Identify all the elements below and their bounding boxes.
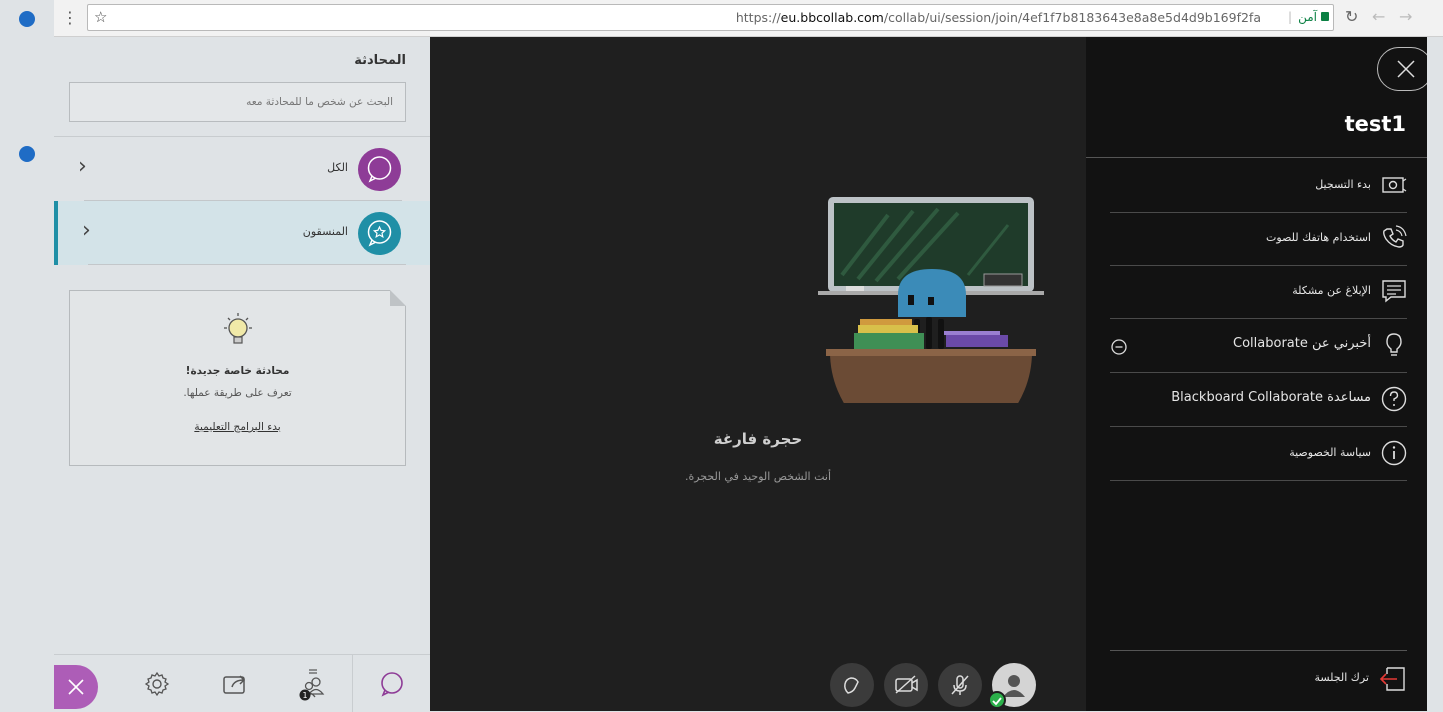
my-status-button[interactable] xyxy=(988,663,1036,709)
participants-tab[interactable]: 1 xyxy=(274,655,352,712)
settings-tab[interactable] xyxy=(118,655,196,712)
help-icon xyxy=(1381,386,1407,412)
menu-item-help[interactable]: مساعدة Blackboard Collaborate xyxy=(1110,374,1407,427)
close-icon xyxy=(68,679,84,695)
browser-menu-icon[interactable]: ⋮ xyxy=(62,8,78,28)
user-name: test1 xyxy=(1344,112,1406,136)
close-menu-button[interactable] xyxy=(1377,47,1433,91)
session-menu: test1 بدء التسجيل استخدام هاتفك للصوت ال… xyxy=(1086,37,1433,711)
empty-classroom-illustration xyxy=(818,197,1044,403)
menu-item-label: سياسة الخصوصية xyxy=(1289,446,1371,459)
reload-icon[interactable]: ↻ xyxy=(1345,7,1358,26)
secure-indicator[interactable]: آمن| xyxy=(1288,10,1329,24)
menu-item-label: أخبرني عن Collaborate xyxy=(1233,336,1371,351)
channel-label: المنسقون xyxy=(302,225,348,238)
start-tutorials-link[interactable]: بدء البرامج التعليمية xyxy=(70,421,405,433)
new-private-chat-card: محادثة خاصة جديدة! تعرف على طريقة عملها.… xyxy=(69,290,406,466)
channel-moderators[interactable]: المنسقون ‹ xyxy=(54,201,430,265)
record-icon xyxy=(1382,177,1407,193)
blue-dot-icon xyxy=(19,11,35,27)
leave-session-label: ترك الجلسة xyxy=(1314,671,1369,684)
raise-hand-button[interactable] xyxy=(830,663,874,707)
browser-toolbar: ⋮ ☆ https://eu.bbcollab.com/collab/ui/se… xyxy=(54,0,1443,37)
chat-search-input[interactable] xyxy=(69,82,406,122)
empty-room-subtitle: أنت الشخص الوحيد في الحجرة. xyxy=(684,470,832,483)
menu-item-label: الإبلاغ عن مشكلة xyxy=(1292,284,1371,297)
menu-item-use-phone[interactable]: استخدام هاتفك للصوت xyxy=(1110,213,1407,266)
url-text: https://eu.bbcollab.com/collab/ui/sessio… xyxy=(735,10,1261,25)
empty-room-title: حجرة فارغة xyxy=(713,430,803,448)
close-icon xyxy=(1397,60,1415,78)
chat-bubble-icon xyxy=(358,148,401,191)
lightbulb-icon xyxy=(1386,333,1402,356)
menu-item-about-collaborate[interactable]: أخبرني عن Collaborate xyxy=(1110,320,1407,373)
gear-icon xyxy=(144,671,170,696)
camera-off-icon xyxy=(895,675,918,694)
address-bar[interactable]: ☆ https://eu.bbcollab.com/collab/ui/sess… xyxy=(87,4,1334,31)
phone-icon xyxy=(1383,225,1407,248)
blue-dot-icon xyxy=(19,146,35,162)
lightbulb-icon xyxy=(224,313,252,344)
participants-count-badge: 1 xyxy=(302,691,307,700)
bookmark-star-icon[interactable]: ☆ xyxy=(94,8,107,26)
chat-title: المحادثة xyxy=(354,53,406,68)
channel-all[interactable]: الكل ‹ xyxy=(54,137,430,201)
desktop-strip xyxy=(0,0,54,711)
card-heading: محادثة خاصة جديدة! xyxy=(185,365,290,377)
share-content-tab[interactable] xyxy=(196,655,274,712)
chat-panel: المحادثة الكل ‹ المنسقون ‹ محادثة خاصة ج… xyxy=(54,37,430,712)
microphone-off-icon xyxy=(951,675,969,695)
main-stage: حجرة فارغة أنت الشخص الوحيد في الحجرة. xyxy=(430,37,1086,711)
participants-icon: 1 xyxy=(299,668,325,700)
more-options-icon[interactable] xyxy=(1110,338,1128,356)
hand-icon xyxy=(844,677,859,694)
card-body: تعرف على طريقة عملها. xyxy=(183,387,292,399)
chat-tab[interactable] xyxy=(352,655,430,712)
menu-item-start-recording[interactable]: بدء التسجيل xyxy=(1110,160,1407,213)
report-icon xyxy=(1382,280,1406,303)
menu-item-report-problem[interactable]: الإبلاغ عن مشكلة xyxy=(1110,266,1407,319)
status-check-icon xyxy=(988,691,1006,709)
back-icon[interactable]: → xyxy=(1399,7,1412,26)
microphone-toggle-button[interactable] xyxy=(938,663,982,707)
menu-item-label: استخدام هاتفك للصوت xyxy=(1266,231,1371,244)
collab-panel-toolbar: 1 xyxy=(54,654,430,712)
leave-session-button[interactable]: ترك الجلسة xyxy=(1110,650,1407,711)
chevron-left-icon: ‹ xyxy=(82,218,91,243)
chat-bubble-icon xyxy=(380,671,403,697)
share-icon xyxy=(223,674,246,694)
chevron-left-icon: ‹ xyxy=(78,154,87,179)
camera-toggle-button[interactable] xyxy=(884,663,928,707)
forward-icon[interactable]: ← xyxy=(1372,7,1385,26)
channel-label: الكل xyxy=(327,161,348,174)
moderator-chat-icon xyxy=(358,212,401,255)
menu-item-label: مساعدة Blackboard Collaborate xyxy=(1171,390,1371,405)
close-panel-button[interactable] xyxy=(54,665,98,709)
menu-item-privacy-policy[interactable]: سياسة الخصوصية xyxy=(1110,428,1407,481)
page-scrollbar[interactable] xyxy=(1427,37,1443,711)
info-icon xyxy=(1381,440,1407,466)
menu-item-label: بدء التسجيل xyxy=(1315,178,1371,191)
lock-icon xyxy=(1321,12,1329,21)
leave-icon xyxy=(1379,667,1405,691)
